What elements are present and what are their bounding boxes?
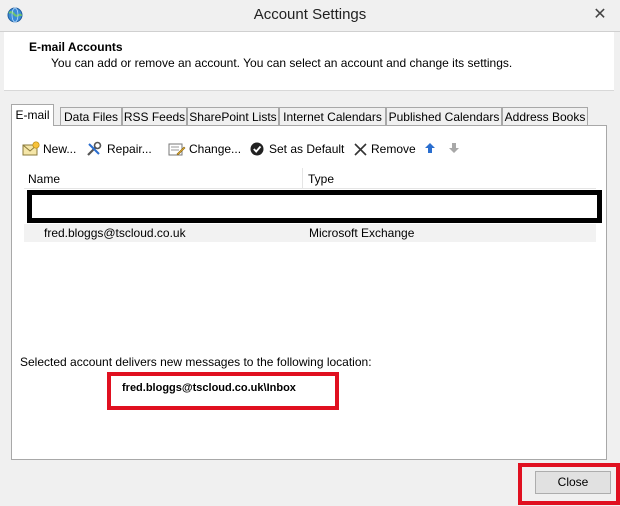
new-mail-icon [22, 141, 40, 156]
change-label: Change... [189, 142, 242, 156]
repair-tools-icon [87, 141, 102, 156]
move-up-button[interactable] [424, 140, 438, 158]
account-name: fred.bloggs@tscloud.co.uk [44, 226, 186, 240]
arrow-up-icon [425, 143, 435, 153]
repair-account-button[interactable]: Repair... [86, 140, 162, 158]
new-account-button[interactable]: New... [22, 140, 82, 158]
tab-address-books[interactable]: Address Books [502, 107, 588, 125]
remove-x-icon [354, 143, 367, 156]
account-type: Microsoft Exchange [309, 226, 415, 240]
arrow-down-icon [449, 143, 459, 153]
tab-published-calendars[interactable]: Published Calendars [386, 107, 502, 125]
delivery-location-label: Selected account delivers new messages t… [20, 355, 372, 369]
change-settings-icon [168, 143, 186, 156]
change-account-button[interactable]: Change... [168, 140, 246, 158]
column-header-type[interactable]: Type [308, 172, 334, 186]
column-separator[interactable] [302, 168, 303, 188]
window-title: Account Settings [253, 6, 367, 23]
account-list-header: Name Type [24, 168, 596, 189]
set-as-default-button[interactable]: Set as Default [250, 140, 346, 158]
close-button[interactable]: Close [535, 471, 611, 494]
delivery-location-highlight: fred.bloggs@tscloud.co.uk\Inbox [107, 372, 339, 410]
table-row[interactable]: fred.bloggs@tscloud.co.uk Microsoft Exch… [24, 224, 596, 242]
title-bar: Account Settings ✕ [0, 0, 620, 32]
tab-sharepoint-lists[interactable]: SharePoint Lists [187, 107, 279, 125]
header-description: You can add or remove an account. You ca… [51, 56, 513, 70]
tab-internet-calendars[interactable]: Internet Calendars [279, 107, 386, 125]
tab-email[interactable]: E-mail [11, 104, 54, 126]
remove-label: Remove [371, 142, 416, 156]
tab-rss-feeds[interactable]: RSS Feeds [122, 107, 187, 125]
new-label: New... [43, 142, 77, 156]
tab-data-files[interactable]: Data Files [60, 107, 122, 125]
window-close-icon[interactable]: ✕ [588, 4, 612, 26]
delivery-location-value: fred.bloggs@tscloud.co.uk\Inbox [122, 382, 296, 394]
remove-account-button[interactable]: Remove [353, 140, 416, 158]
move-down-button[interactable] [448, 140, 462, 158]
redaction-box [27, 190, 602, 223]
set-default-label: Set as Default [269, 142, 345, 156]
column-header-name[interactable]: Name [28, 172, 60, 186]
header-title: E-mail Accounts [29, 40, 123, 54]
email-tab-panel: New... Repair... Change... Set as Defaul… [11, 125, 607, 460]
dialog-header: E-mail Accounts You can add or remove an… [4, 32, 614, 91]
checkmark-circle-icon [250, 142, 264, 156]
repair-label: Repair... [107, 142, 152, 156]
